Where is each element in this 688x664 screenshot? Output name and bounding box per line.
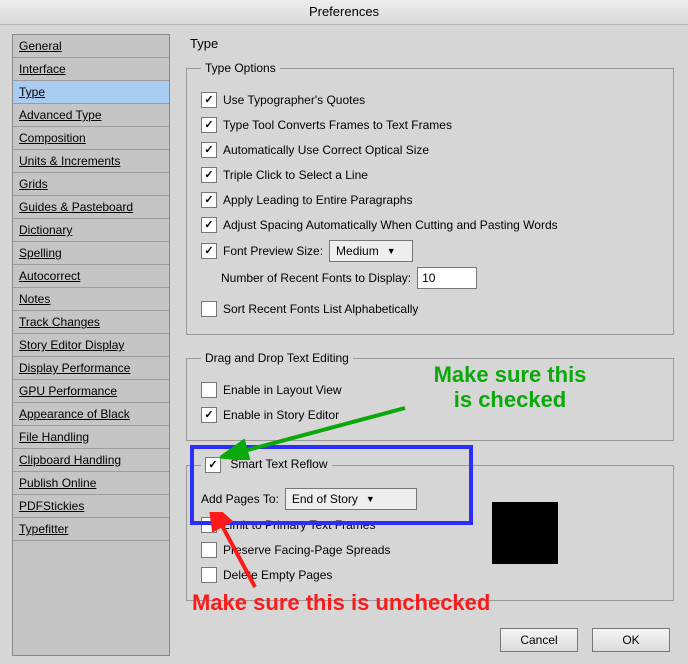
sidebar-item-guides-pasteboard[interactable]: Guides & Pasteboard: [13, 196, 169, 219]
smart-reflow-legend: Smart Text Reflow: [201, 457, 332, 473]
recent-fonts-input[interactable]: 10: [417, 267, 477, 289]
converts-frames-label: Type Tool Converts Frames to Text Frames: [223, 118, 452, 132]
sidebar-item-composition[interactable]: Composition: [13, 127, 169, 150]
redaction-block: [492, 502, 558, 564]
chevron-down-icon: ▼: [366, 494, 375, 504]
sidebar-item-units-increments[interactable]: Units & Increments: [13, 150, 169, 173]
sort-recent-label: Sort Recent Fonts List Alphabetically: [223, 302, 418, 316]
limit-primary-checkbox[interactable]: [201, 517, 217, 533]
adjust-spacing-label: Adjust Spacing Automatically When Cuttin…: [223, 218, 558, 232]
cancel-button[interactable]: Cancel: [500, 628, 578, 652]
triple-click-checkbox[interactable]: [201, 167, 217, 183]
font-preview-value: Medium: [336, 244, 379, 258]
layout-view-checkbox[interactable]: [201, 382, 217, 398]
auto-optical-checkbox[interactable]: [201, 142, 217, 158]
panel-title: Type: [190, 36, 674, 51]
sidebar-item-gpu-performance[interactable]: GPU Performance: [13, 380, 169, 403]
smart-reflow-group: Smart Text Reflow Add Pages To: End of S…: [186, 457, 674, 601]
preferences-window: Preferences GeneralInterfaceTypeAdvanced…: [0, 0, 688, 664]
sidebar-item-spelling[interactable]: Spelling: [13, 242, 169, 265]
story-editor-label: Enable in Story Editor: [223, 408, 339, 422]
type-options-group: Type Options Use Typographer's Quotes Ty…: [186, 61, 674, 335]
sidebar-item-grids[interactable]: Grids: [13, 173, 169, 196]
drag-drop-group: Drag and Drop Text Editing Enable in Lay…: [186, 351, 674, 441]
sidebar-item-pdfstickies[interactable]: PDFStickies: [13, 495, 169, 518]
sidebar-item-track-changes[interactable]: Track Changes: [13, 311, 169, 334]
sidebar-item-story-editor-display[interactable]: Story Editor Display: [13, 334, 169, 357]
limit-primary-label: Limit to Primary Text Frames: [223, 518, 375, 532]
sidebar-item-appearance-of-black[interactable]: Appearance of Black: [13, 403, 169, 426]
add-pages-label: Add Pages To:: [201, 492, 279, 506]
story-editor-checkbox[interactable]: [201, 407, 217, 423]
preserve-facing-checkbox[interactable]: [201, 542, 217, 558]
drag-drop-legend: Drag and Drop Text Editing: [201, 351, 353, 365]
font-preview-select[interactable]: Medium ▼: [329, 240, 413, 262]
apply-leading-label: Apply Leading to Entire Paragraphs: [223, 193, 412, 207]
window-title: Preferences: [0, 0, 688, 25]
sort-recent-checkbox[interactable]: [201, 301, 217, 317]
sidebar-item-general[interactable]: General: [13, 35, 169, 58]
preserve-facing-label: Preserve Facing-Page Spreads: [223, 543, 390, 557]
adjust-spacing-checkbox[interactable]: [201, 217, 217, 233]
sidebar-item-interface[interactable]: Interface: [13, 58, 169, 81]
font-preview-label: Font Preview Size:: [223, 244, 323, 258]
sidebar-item-publish-online[interactable]: Publish Online: [13, 472, 169, 495]
ok-button[interactable]: OK: [592, 628, 670, 652]
sidebar-item-type[interactable]: Type: [13, 81, 169, 104]
delete-empty-checkbox[interactable]: [201, 567, 217, 583]
apply-leading-checkbox[interactable]: [201, 192, 217, 208]
dialog-buttons: Cancel OK: [500, 628, 670, 652]
auto-optical-label: Automatically Use Correct Optical Size: [223, 143, 429, 157]
window-content: GeneralInterfaceTypeAdvanced TypeComposi…: [0, 24, 688, 664]
sidebar-item-typefitter[interactable]: Typefitter: [13, 518, 169, 541]
typographers-quotes-checkbox[interactable]: [201, 92, 217, 108]
sidebar-item-file-handling[interactable]: File Handling: [13, 426, 169, 449]
recent-fonts-value: 10: [422, 271, 435, 285]
delete-empty-label: Delete Empty Pages: [223, 568, 332, 582]
add-pages-value: End of Story: [292, 492, 358, 506]
font-preview-checkbox[interactable]: [201, 243, 217, 259]
sidebar-item-autocorrect[interactable]: Autocorrect: [13, 265, 169, 288]
chevron-down-icon: ▼: [387, 246, 396, 256]
converts-frames-checkbox[interactable]: [201, 117, 217, 133]
recent-fonts-label: Number of Recent Fonts to Display:: [221, 271, 411, 285]
type-options-legend: Type Options: [201, 61, 280, 75]
sidebar-item-dictionary[interactable]: Dictionary: [13, 219, 169, 242]
sidebar-item-notes[interactable]: Notes: [13, 288, 169, 311]
smart-reflow-label: Smart Text Reflow: [230, 457, 327, 471]
sidebar-item-advanced-type[interactable]: Advanced Type: [13, 104, 169, 127]
sidebar-item-clipboard-handling[interactable]: Clipboard Handling: [13, 449, 169, 472]
main-panel: Type Type Options Use Typographer's Quot…: [170, 34, 680, 656]
layout-view-label: Enable in Layout View: [223, 383, 342, 397]
add-pages-select[interactable]: End of Story ▼: [285, 488, 417, 510]
sidebar-item-display-performance[interactable]: Display Performance: [13, 357, 169, 380]
typographers-quotes-label: Use Typographer's Quotes: [223, 93, 365, 107]
triple-click-label: Triple Click to Select a Line: [223, 168, 368, 182]
sidebar: GeneralInterfaceTypeAdvanced TypeComposi…: [12, 34, 170, 656]
smart-reflow-checkbox[interactable]: [205, 457, 221, 473]
